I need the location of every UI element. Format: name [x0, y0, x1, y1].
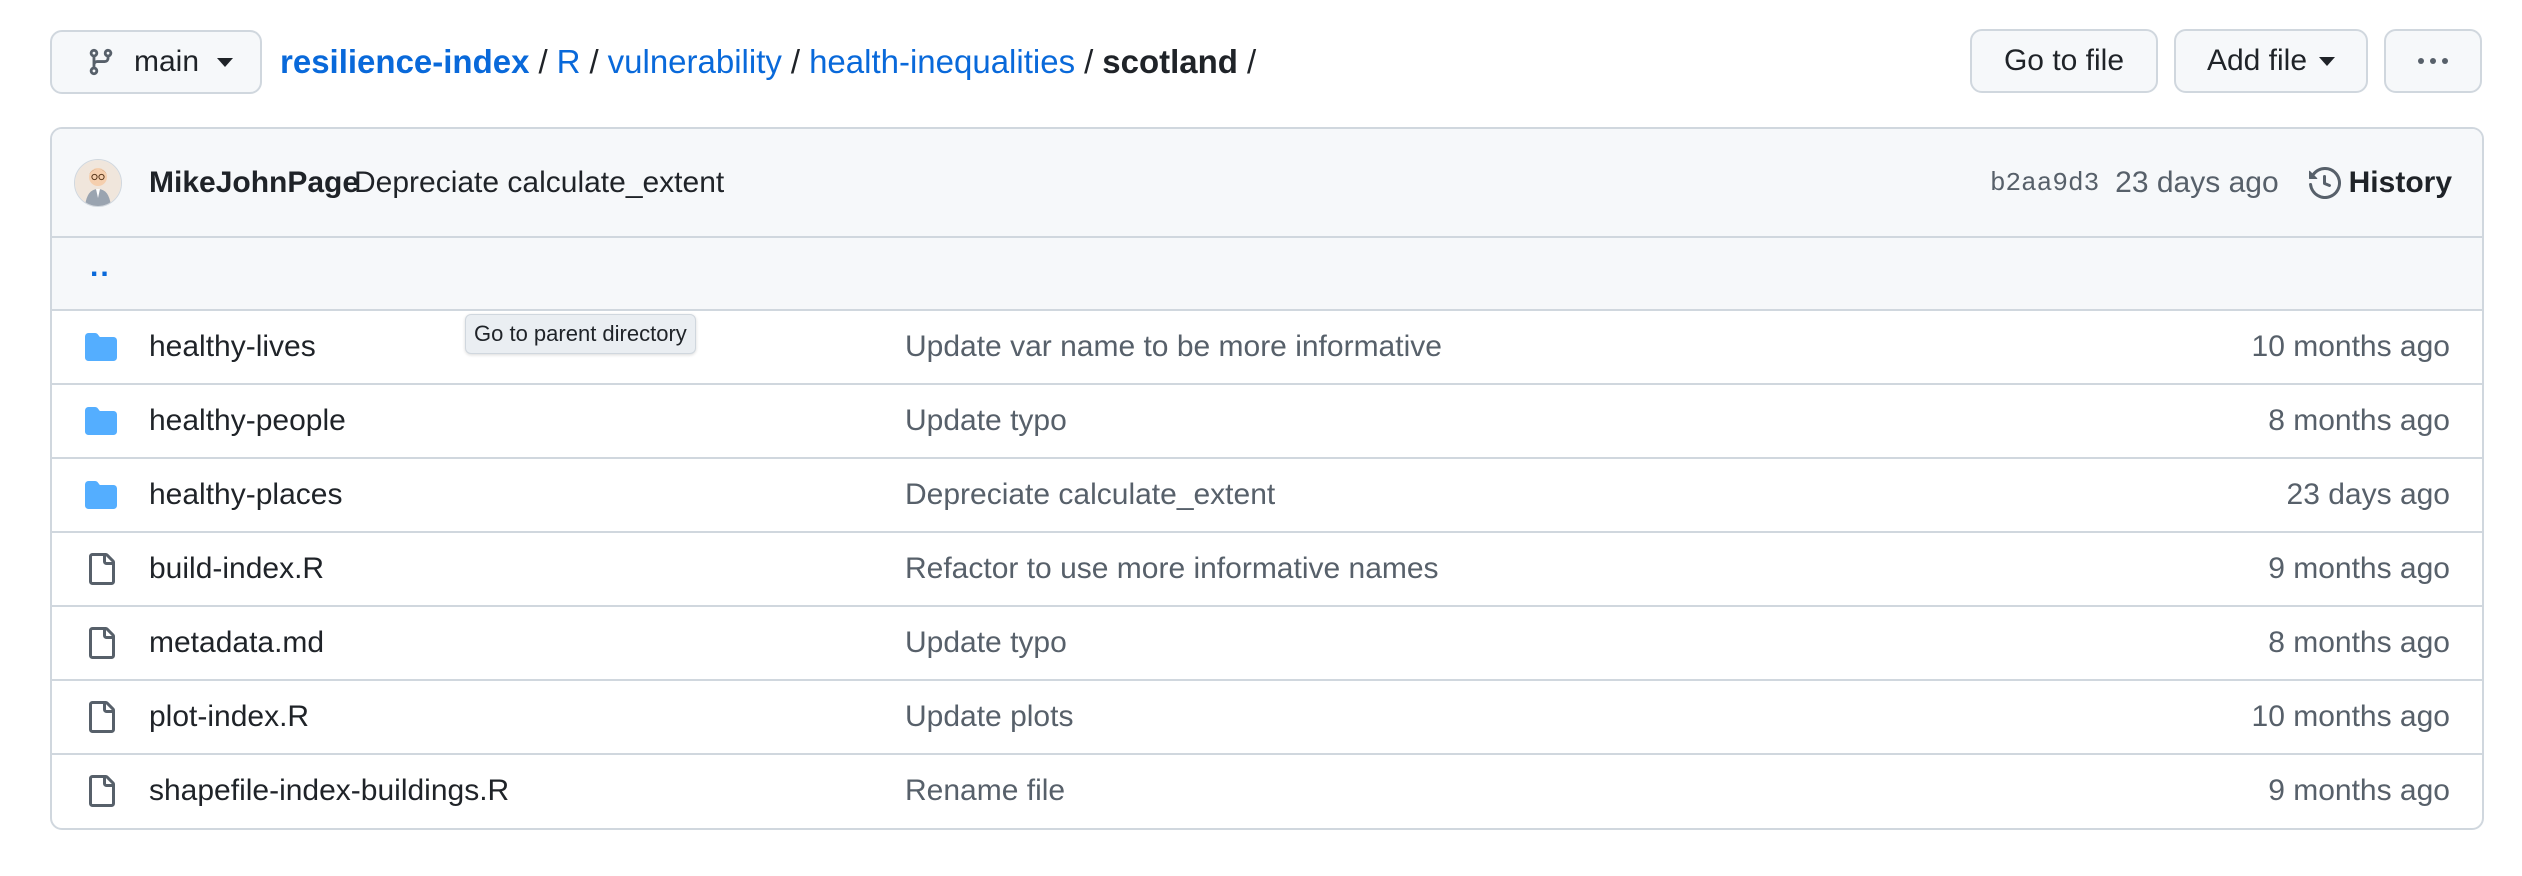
breadcrumb-link-health-inequalities[interactable]: health-inequalities — [809, 43, 1075, 81]
file-commit-message-link[interactable]: Rename file — [905, 774, 1065, 808]
file-row[interactable]: shapefile-index-buildings.R Rename file 9 … — [52, 755, 2482, 827]
breadcrumb-separator: / — [589, 43, 599, 80]
breadcrumb-separator: / — [790, 43, 801, 80]
file-row[interactable]: metadata.md Update typo 8 months ago — [52, 607, 2482, 681]
file-commit-age: 23 days ago — [2286, 478, 2450, 511]
parent-directory-link[interactable]: .. — [90, 250, 111, 284]
breadcrumb-separator: / — [1084, 43, 1094, 80]
file-commit-age: 8 months ago — [2268, 404, 2450, 437]
add-file-button[interactable]: Add file — [2174, 29, 2368, 93]
parent-directory-tooltip: Go to parent directory — [465, 314, 696, 354]
folder-icon — [84, 405, 118, 437]
add-file-label: Add file — [2206, 44, 2308, 77]
history-link[interactable]: History — [2308, 165, 2452, 200]
file-commit-message-link[interactable]: Update typo — [905, 626, 1067, 660]
history-label: History — [2348, 165, 2452, 199]
file-name-link[interactable]: build-index.R — [149, 552, 324, 586]
file-commit-age: 10 months ago — [2251, 700, 2450, 733]
chevron-down-icon — [2319, 56, 2336, 66]
commit-author-link[interactable]: MikeJohnPage — [149, 166, 359, 200]
branch-name: main — [134, 45, 200, 78]
commit-meta: b2aa9d3 23 days ago History — [1990, 166, 2452, 200]
file-icon — [84, 627, 118, 659]
file-row[interactable]: build-index.R Refactor to use more inform… — [52, 533, 2482, 607]
chevron-down-icon — [217, 57, 234, 67]
breadcrumb-repo-link[interactable]: resilience-index — [280, 43, 529, 81]
commit-message-link[interactable]: Depreciate calculate_extent — [354, 166, 724, 200]
file-row[interactable]: plot-index.R Update plots 10 months ago — [52, 681, 2482, 755]
commit-age: 23 days ago — [2115, 165, 2279, 199]
file-name-link[interactable]: metadata.md — [149, 626, 324, 660]
file-icon — [84, 775, 118, 807]
git-branch-icon — [89, 48, 113, 76]
breadcrumb-separator: / — [1246, 43, 1257, 80]
breadcrumb-link-r[interactable]: R — [557, 43, 581, 81]
avatar[interactable] — [74, 159, 122, 207]
more-options-button[interactable] — [2384, 29, 2482, 93]
commit-sha-link[interactable]: b2aa9d3 — [1990, 168, 2099, 198]
file-row[interactable]: healthy-lives Update var name to be more … — [52, 311, 2482, 385]
go-to-file-button[interactable]: Go to file — [1970, 29, 2158, 93]
file-rows: healthy-lives Update var name to be more … — [52, 311, 2482, 827]
header-actions: Go to file Add file — [1970, 29, 2482, 93]
file-name-link[interactable]: plot-index.R — [149, 700, 309, 734]
repo-directory-page: main resilience-index / R / vulnerabilit… — [0, 0, 2522, 876]
file-commit-message-link[interactable]: Update var name to be more informative — [905, 330, 1442, 364]
file-row[interactable]: healthy-places Depreciate calculate_exten… — [52, 459, 2482, 533]
folder-icon — [84, 331, 118, 363]
file-row[interactable]: healthy-people Update typo 8 months ago — [52, 385, 2482, 459]
parent-directory-row[interactable]: .. — [52, 238, 2482, 311]
breadcrumb-link-vulnerability[interactable]: vulnerability — [608, 43, 782, 81]
file-commit-age: 9 months ago — [2268, 552, 2450, 585]
file-name-link[interactable]: shapefile-index-buildings.R — [149, 774, 509, 808]
breadcrumb-separator: / — [538, 43, 548, 80]
folder-icon — [84, 479, 118, 511]
file-icon — [84, 701, 118, 733]
latest-commit-bar: MikeJohnPage Depreciate calculate_extent… — [52, 129, 2482, 238]
file-list-box: MikeJohnPage Depreciate calculate_extent… — [50, 127, 2484, 830]
file-commit-message-link[interactable]: Update typo — [905, 404, 1067, 438]
file-name-link[interactable]: healthy-lives — [149, 330, 316, 364]
more-options-icon — [2418, 58, 2448, 64]
file-commit-age: 10 months ago — [2251, 330, 2450, 363]
file-commit-message-link[interactable]: Update plots — [905, 700, 1073, 734]
file-name-link[interactable]: healthy-people — [149, 404, 346, 438]
history-icon — [2308, 166, 2341, 199]
branch-select-button[interactable]: main — [50, 30, 262, 94]
top-bar: main resilience-index / R / vulnerabilit… — [50, 29, 2482, 95]
file-name-link[interactable]: healthy-places — [149, 478, 342, 512]
file-icon — [84, 553, 118, 585]
file-commit-message-link[interactable]: Depreciate calculate_extent — [905, 478, 1275, 512]
breadcrumb-current: scotland — [1102, 43, 1238, 80]
file-commit-age: 8 months ago — [2268, 626, 2450, 659]
file-commit-message-link[interactable]: Refactor to use more informative names — [905, 552, 1439, 586]
file-commit-age: 9 months ago — [2268, 774, 2450, 807]
breadcrumb: resilience-index / R / vulnerability / h… — [280, 43, 1265, 81]
